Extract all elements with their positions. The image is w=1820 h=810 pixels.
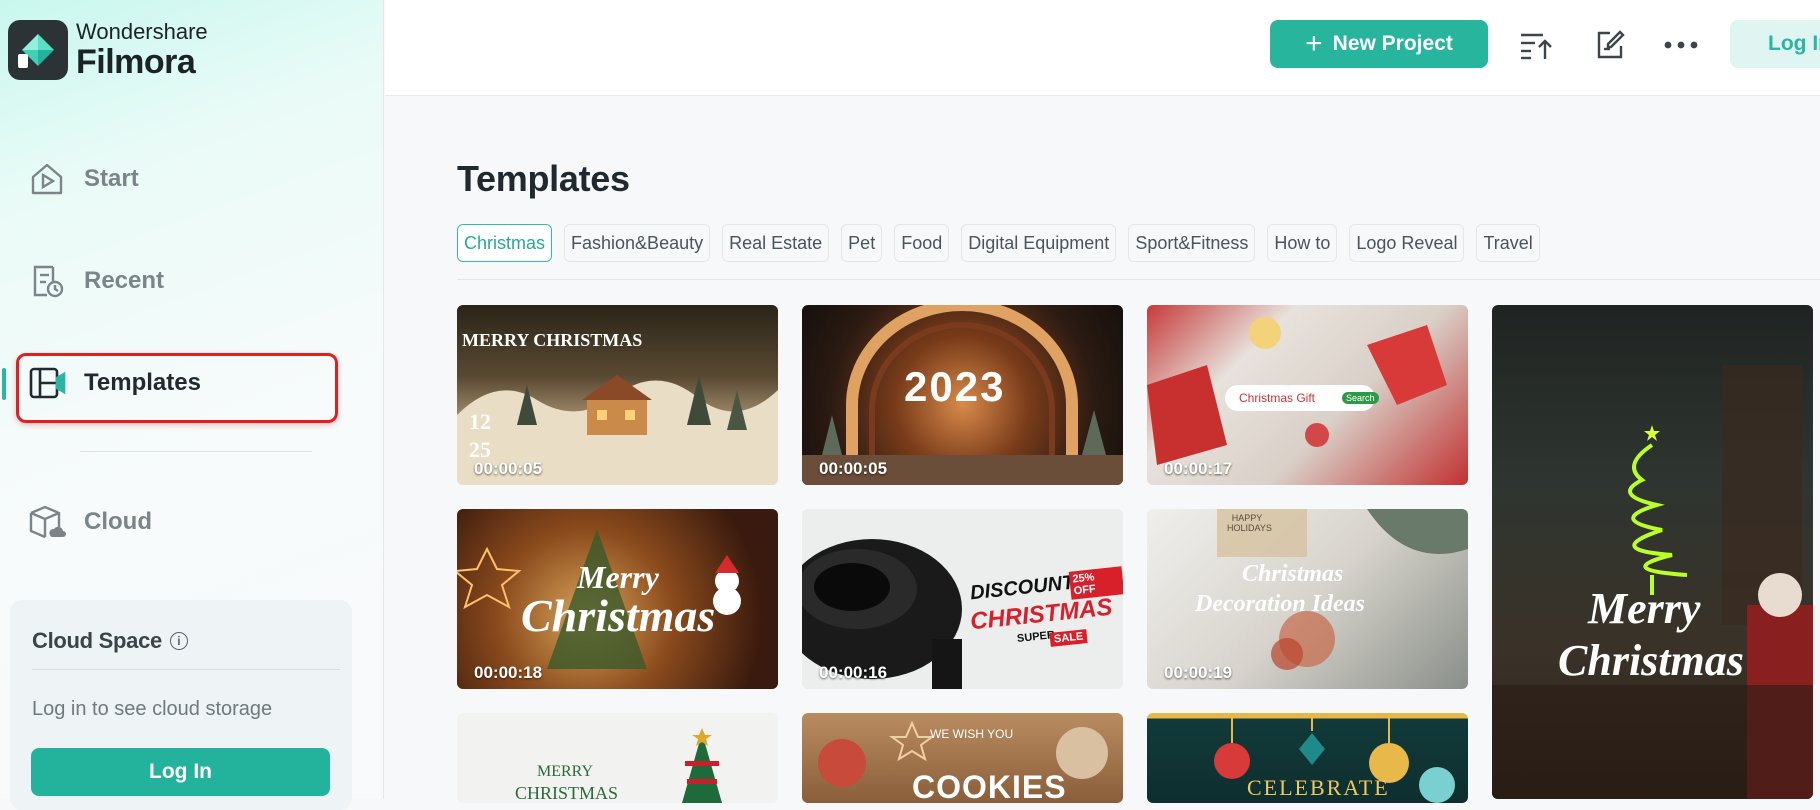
card-text: Christmas: [1242, 561, 1344, 587]
card-text: CHRISTMAS: [515, 783, 619, 803]
top-login-button[interactable]: Log In: [1730, 20, 1820, 68]
template-thumbnail: [1492, 365, 1813, 799]
page-title: Templates: [457, 158, 630, 199]
template-card[interactable]: MERRY CHRISTMAS: [457, 713, 778, 803]
tab-logo-reveal[interactable]: Logo Reveal: [1349, 224, 1465, 262]
template-card[interactable]: Merry Christmas: [1492, 305, 1813, 799]
cloud-box-icon: [28, 503, 66, 541]
card-text: WE WISH YOU: [930, 727, 1014, 741]
brand-name: Wondershare: [76, 19, 208, 44]
card-text: CELEBRATE: [1247, 775, 1390, 800]
template-card[interactable]: DISCOUNT 25% OFF CHRISTMAS SUPER SALE 00…: [802, 509, 1123, 689]
sidebar-item-label: Start: [84, 165, 139, 192]
template-card[interactable]: HAPPY HOLIDAYS Christmas Decoration Idea…: [1147, 509, 1468, 689]
card-text: Search: [1342, 392, 1379, 404]
app-logo: Wondershare Filmora: [8, 20, 208, 80]
divider: [32, 669, 340, 670]
active-indicator: [2, 368, 6, 400]
duration-label: 00:00:16: [819, 663, 888, 682]
tabs-divider: [457, 279, 1820, 280]
card-text: Christmas Gift: [1239, 391, 1316, 405]
home-play-icon: [28, 160, 66, 198]
card-text: Christmas: [521, 590, 716, 641]
tab-christmas[interactable]: Christmas: [457, 224, 553, 262]
template-card[interactable]: CELEBRATE: [1147, 713, 1468, 803]
sidebar-item-recent[interactable]: Recent: [28, 261, 164, 301]
sidebar-divider: [80, 451, 312, 452]
recent-file-icon: [28, 262, 66, 300]
sidebar-item-label: Cloud: [84, 508, 152, 535]
template-card[interactable]: WE WISH YOU COOKIES: [802, 713, 1123, 803]
info-icon[interactable]: i: [169, 632, 188, 650]
duration-label: 00:00:17: [1164, 459, 1233, 478]
card-text: 2023: [904, 363, 1006, 410]
duration-label: 00:00:19: [1164, 663, 1233, 682]
template-card[interactable]: MERRY CHRISTMAS 12 25 00:00:05: [457, 305, 778, 485]
tab-fashion-beauty[interactable]: Fashion&Beauty: [564, 224, 711, 262]
card-text: Decoration Ideas: [1195, 591, 1365, 617]
template-card[interactable]: 2023 00:00:05: [802, 305, 1123, 485]
new-project-label: New Project: [1332, 32, 1453, 55]
duration-label: 00:00:18: [474, 663, 543, 682]
highlight-annotation: [16, 353, 338, 423]
tab-travel[interactable]: Travel: [1476, 224, 1540, 262]
sidebar-item-cloud[interactable]: Cloud: [28, 502, 152, 542]
duration-label: 00:00:05: [474, 459, 543, 478]
cloud-storage-message: Log in to see cloud storage: [32, 698, 273, 720]
import-sort-icon[interactable]: [1518, 27, 1554, 63]
card-text: Christmas: [1558, 636, 1744, 685]
template-card[interactable]: Christmas Gift Search 00:00:17: [1147, 305, 1468, 485]
cloud-space-title: Cloud Space: [32, 628, 162, 653]
category-tabs: Christmas Fashion&Beauty Real Estate Pet…: [457, 224, 1552, 262]
sidebar-item-start[interactable]: Start: [28, 159, 139, 199]
plus-icon: +: [1305, 27, 1323, 60]
product-name: Filmora: [76, 43, 196, 81]
filmora-logo-icon: [8, 20, 68, 80]
sidebar: Wondershare Filmora Start Recent Templat…: [0, 0, 384, 810]
card-text: MERRY CHRISTMAS: [462, 330, 643, 350]
sidebar-login-button[interactable]: Log In: [31, 748, 330, 796]
card-text: MERRY: [537, 763, 594, 780]
top-bar: + New Project Log In: [385, 0, 1820, 96]
sidebar-item-label: Recent: [84, 267, 165, 294]
card-text: Merry: [1588, 584, 1701, 633]
card-text: 12: [469, 409, 491, 434]
tab-sport-fitness[interactable]: Sport&Fitness: [1128, 224, 1256, 262]
tab-pet[interactable]: Pet: [841, 224, 883, 262]
template-card[interactable]: Merry Christmas 00:00:18: [457, 509, 778, 689]
new-project-button[interactable]: + New Project: [1270, 20, 1488, 68]
tab-digital-equipment[interactable]: Digital Equipment: [961, 224, 1117, 262]
cloud-space-panel: Cloud Space i Log in to see cloud storag…: [10, 600, 352, 810]
tab-how-to[interactable]: How to: [1267, 224, 1338, 262]
tab-real-estate[interactable]: Real Estate: [722, 224, 830, 262]
tab-food[interactable]: Food: [894, 224, 950, 262]
more-options-icon[interactable]: [1663, 27, 1699, 63]
duration-label: 00:00:05: [819, 459, 888, 478]
card-text: COOKIES: [912, 769, 1067, 803]
feedback-edit-icon[interactable]: [1592, 27, 1628, 63]
card-text: HAPPY HOLIDAYS: [1227, 513, 1272, 533]
